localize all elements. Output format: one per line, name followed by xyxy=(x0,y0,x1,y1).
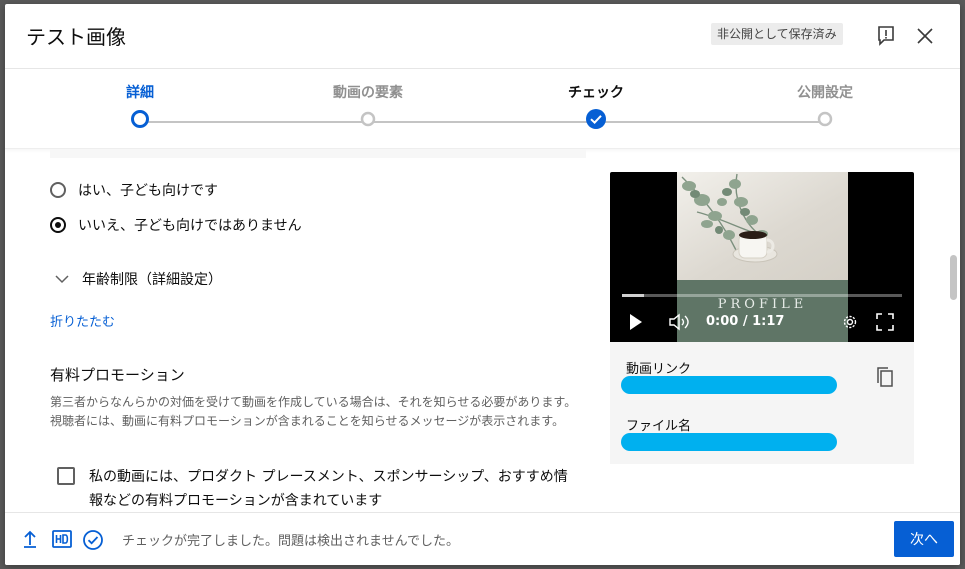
fullscreen-icon-glyph xyxy=(876,313,894,331)
upload-dialog: テスト画像 非公開として保存済み 詳細 動画の要素 チェック 公開設定 はい、子… xyxy=(5,4,960,565)
details-content: はい、子ども向けです いいえ、子ども向けではありません 年齢制限（詳細設定） 折… xyxy=(5,149,960,512)
gear-icon xyxy=(843,315,857,329)
video-preview-panel: PROFILE 0:00 / 1:17 動画リンク ファイル名 xyxy=(610,172,914,469)
audience-option-yes[interactable]: はい、子ども向けです xyxy=(50,180,218,200)
video-player[interactable]: PROFILE 0:00 / 1:17 xyxy=(610,172,914,342)
chevron-down-icon xyxy=(55,275,69,284)
settings-gear-icon[interactable] xyxy=(841,312,859,336)
step-details[interactable]: 詳細 xyxy=(60,68,220,128)
audience-option-no-label: いいえ、子ども向けではありません xyxy=(78,218,302,234)
video-link-label: 動画リンク xyxy=(626,362,692,377)
file-name-value-redacted xyxy=(621,433,837,451)
step-video-elements[interactable]: 動画の要素 xyxy=(288,68,448,127)
volume-icon-glyph xyxy=(669,313,689,331)
progress-stepper: 詳細 動画の要素 チェック 公開設定 xyxy=(5,68,960,149)
step-visibility[interactable]: 公開設定 xyxy=(745,68,905,127)
radio-button-no[interactable] xyxy=(50,217,66,233)
audience-option-yes-label: はい、子ども向けです xyxy=(78,183,218,199)
step-visibility-label: 公開設定 xyxy=(797,85,853,101)
copy-icon-glyph xyxy=(877,367,893,387)
fullscreen-icon[interactable] xyxy=(876,312,894,336)
hd-icon[interactable] xyxy=(52,529,72,553)
thumbnail-art xyxy=(681,173,778,263)
step-pending-icon xyxy=(360,111,376,127)
close-icon[interactable] xyxy=(913,24,937,48)
play-icon-glyph xyxy=(630,314,642,330)
upload-icon[interactable] xyxy=(22,529,38,553)
step-pending-icon xyxy=(817,111,833,127)
checks-complete-icon[interactable] xyxy=(82,529,104,555)
video-time: 0:00 / 1:17 xyxy=(706,314,785,329)
step-complete-check-icon xyxy=(586,109,606,129)
video-link-value-redacted[interactable] xyxy=(621,376,837,394)
close-icon-glyph xyxy=(917,28,933,44)
video-progress-bar[interactable] xyxy=(622,294,902,297)
paid-promotion-checkbox[interactable] xyxy=(57,467,75,485)
dialog-header: テスト画像 非公開として保存済み xyxy=(5,4,960,69)
video-progress-fill xyxy=(622,294,645,297)
footer-status-text: チェックが完了しました。問題は検出されませんでした。 xyxy=(122,534,459,549)
paid-promotion-title: 有料プロモーション xyxy=(50,366,185,384)
file-name-label: ファイル名 xyxy=(626,419,692,434)
step-checks-label: チェック xyxy=(568,85,624,101)
upload-icon-glyph xyxy=(24,530,36,548)
volume-icon[interactable] xyxy=(668,312,692,336)
radio-button-yes[interactable] xyxy=(50,182,66,198)
age-restriction-toggle[interactable]: 年齢制限（詳細設定） xyxy=(54,269,222,289)
thumbnail-text: PROFILE xyxy=(717,297,808,312)
hd-icon-glyph xyxy=(52,530,72,548)
paid-promotion-checkbox-label: 私の動画には、プロダクト プレースメント、スポンサーシップ、おすすめ情報などの有… xyxy=(89,469,568,509)
dialog-title: テスト画像 xyxy=(26,25,126,49)
step-details-label: 詳細 xyxy=(126,85,154,101)
copy-icon[interactable] xyxy=(876,366,894,392)
check-circle-icon xyxy=(83,530,103,550)
previous-section-edge xyxy=(50,149,586,158)
step-active-icon xyxy=(131,110,149,128)
age-restriction-label: 年齢制限（詳細設定） xyxy=(82,272,222,288)
paid-promotion-description: 第三者からなんらかの対価を受けて動画を作成している場合は、それを知らせる必要があ… xyxy=(50,395,577,428)
feedback-icon[interactable] xyxy=(874,24,898,48)
feedback-icon-glyph xyxy=(878,26,894,46)
next-button[interactable]: 次へ xyxy=(894,521,954,557)
collapse-link[interactable]: 折りたたむ xyxy=(50,311,115,330)
dialog-footer: チェックが完了しました。問題は検出されませんでした。 次へ xyxy=(5,512,960,565)
stepper-line xyxy=(140,121,825,123)
step-video-elements-label: 動画の要素 xyxy=(333,85,403,101)
audience-option-no[interactable]: いいえ、子ども向けではありません xyxy=(50,215,302,235)
play-icon[interactable] xyxy=(628,312,644,336)
video-meta: 動画リンク ファイル名 xyxy=(610,342,914,464)
scrollbar-thumb[interactable] xyxy=(950,255,957,300)
paid-promotion-option[interactable]: 私の動画には、プロダクト プレースメント、スポンサーシップ、おすすめ情報などの有… xyxy=(57,465,575,512)
step-checks[interactable]: チェック xyxy=(516,68,676,129)
save-status-badge: 非公開として保存済み xyxy=(711,23,843,45)
